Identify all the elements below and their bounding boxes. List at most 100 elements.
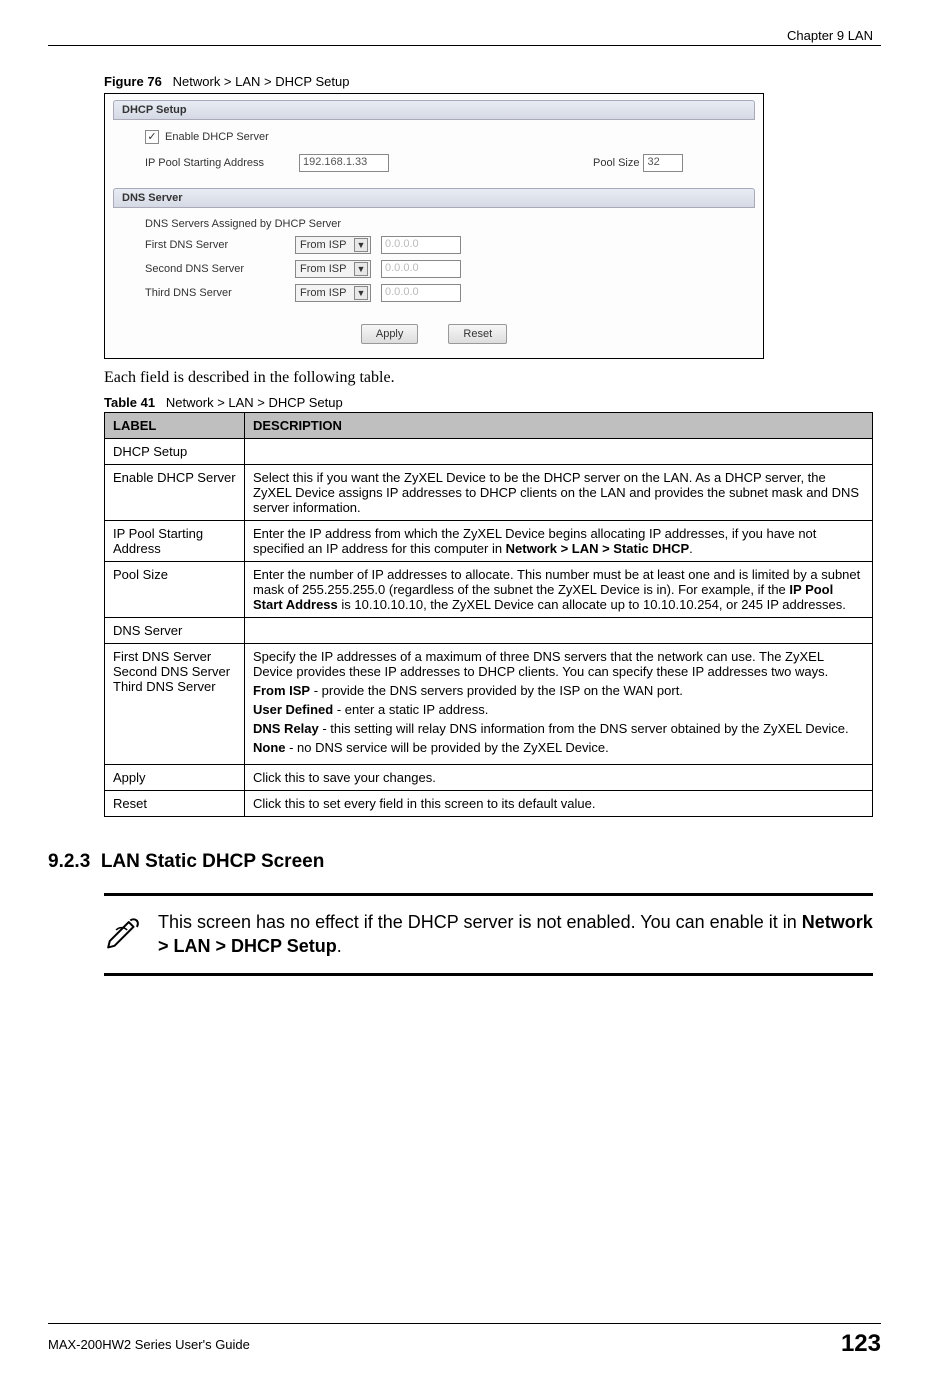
table-row: IP Pool Starting Address Enter the IP ad… — [105, 521, 873, 562]
chevron-down-icon: ▼ — [354, 262, 368, 276]
footer-guide-name: MAX-200HW2 Series User's Guide — [48, 1337, 250, 1352]
dns1-select[interactable]: From ISP ▼ — [295, 236, 371, 254]
table-row: DNS Server — [105, 618, 873, 644]
header-rule — [48, 45, 881, 46]
table-caption: Table 41 Network > LAN > DHCP Setup — [104, 395, 873, 410]
dns-row-3: Third DNS Server From ISP ▼ 0.0.0.0 — [145, 284, 743, 302]
figure-title: Network > LAN > DHCP Setup — [173, 74, 350, 89]
desc-text: Enter the number of IP addresses to allo… — [253, 567, 860, 597]
dns3-label: Third DNS Server — [145, 287, 285, 299]
desc-para: None - no DNS service will be provided b… — [253, 740, 864, 755]
opt-text: - enter a static IP address. — [333, 702, 488, 717]
note-icon — [104, 910, 144, 950]
cell-desc: Enter the number of IP addresses to allo… — [245, 562, 873, 618]
table-row: First DNS Server Second DNS Server Third… — [105, 644, 873, 765]
dns-label-3: Third DNS Server — [113, 679, 236, 694]
desc-text: . — [689, 541, 693, 556]
note-rule-bottom — [104, 973, 873, 976]
opt-text: - this setting will relay DNS informatio… — [319, 721, 849, 736]
enable-dhcp-label: Enable DHCP Server — [165, 131, 269, 143]
chevron-down-icon: ▼ — [354, 286, 368, 300]
dhcp-setup-panel-header: DHCP Setup — [113, 100, 755, 120]
opt-text: - provide the DNS servers provided by th… — [310, 683, 683, 698]
th-desc: DESCRIPTION — [245, 413, 873, 439]
table-row: Reset Click this to set every field in t… — [105, 791, 873, 817]
cell-label: DHCP Setup — [105, 439, 245, 465]
cell-desc: Select this if you want the ZyXEL Device… — [245, 465, 873, 521]
note-post: . — [337, 936, 342, 956]
desc-bold: Network > LAN > Static DHCP — [506, 541, 690, 556]
page-number: 123 — [841, 1330, 881, 1358]
cell-label: Pool Size — [105, 562, 245, 618]
cell-desc: Click this to set every field in this sc… — [245, 791, 873, 817]
section-number: 9.2.3 — [48, 851, 90, 872]
note-rule-top — [104, 893, 873, 896]
desc-para: User Defined - enter a static IP address… — [253, 702, 864, 717]
opt-bold: User Defined — [253, 702, 333, 717]
dns-label-1: First DNS Server — [113, 649, 236, 664]
cell-desc: Click this to save your changes. — [245, 765, 873, 791]
cell-desc — [245, 618, 873, 644]
desc-para: From ISP - provide the DNS servers provi… — [253, 683, 864, 698]
opt-text: - no DNS service will be provided by the… — [286, 740, 609, 755]
figure-number: Figure 76 — [104, 74, 162, 89]
screenshot-figure: DHCP Setup ✓ Enable DHCP Server IP Pool … — [104, 93, 764, 359]
dns1-select-value: From ISP — [300, 239, 346, 251]
section-title: LAN Static DHCP Screen — [101, 851, 325, 872]
opt-bold: DNS Relay — [253, 721, 319, 736]
dns1-label: First DNS Server — [145, 239, 285, 251]
opt-bold: None — [253, 740, 286, 755]
pool-size-label: Pool Size — [593, 157, 639, 169]
apply-button[interactable]: Apply — [361, 324, 419, 344]
desc-para: Specify the IP addresses of a maximum of… — [253, 649, 864, 679]
enable-dhcp-checkbox[interactable]: ✓ — [145, 130, 159, 144]
dns2-select[interactable]: From ISP ▼ — [295, 260, 371, 278]
table-title: Network > LAN > DHCP Setup — [166, 395, 343, 410]
dns1-input[interactable]: 0.0.0.0 — [381, 236, 461, 254]
table-row: Enable DHCP Server Select this if you wa… — [105, 465, 873, 521]
reset-button[interactable]: Reset — [448, 324, 507, 344]
dns-server-panel-header: DNS Server — [113, 188, 755, 208]
dns2-select-value: From ISP — [300, 263, 346, 275]
opt-bold: From ISP — [253, 683, 310, 698]
table-row: DHCP Setup — [105, 439, 873, 465]
cell-desc: Specify the IP addresses of a maximum of… — [245, 644, 873, 765]
desc-text: is 10.10.10.10, the ZyXEL Device can all… — [338, 597, 846, 612]
desc-para: DNS Relay - this setting will relay DNS … — [253, 721, 864, 736]
note-text: This screen has no effect if the DHCP se… — [158, 910, 873, 959]
description-table: LABEL DESCRIPTION DHCP Setup Enable DHCP… — [104, 412, 873, 817]
dns2-label: Second DNS Server — [145, 263, 285, 275]
running-header: Chapter 9 LAN — [48, 28, 881, 43]
table-number: Table 41 — [104, 395, 155, 410]
dns3-select-value: From ISP — [300, 287, 346, 299]
ip-pool-input[interactable]: 192.168.1.33 — [299, 154, 389, 172]
cell-label: IP Pool Starting Address — [105, 521, 245, 562]
cell-desc: Enter the IP address from which the ZyXE… — [245, 521, 873, 562]
th-label: LABEL — [105, 413, 245, 439]
page-footer: MAX-200HW2 Series User's Guide 123 — [48, 1323, 881, 1358]
table-row: Apply Click this to save your changes. — [105, 765, 873, 791]
chevron-down-icon: ▼ — [354, 238, 368, 252]
cell-desc — [245, 439, 873, 465]
figure-caption: Figure 76 Network > LAN > DHCP Setup — [104, 74, 873, 89]
table-row: Pool Size Enter the number of IP address… — [105, 562, 873, 618]
cell-label: DNS Server — [105, 618, 245, 644]
pool-size-input[interactable]: 32 — [643, 154, 683, 172]
cell-label: Reset — [105, 791, 245, 817]
cell-label: Apply — [105, 765, 245, 791]
dns-row-1: First DNS Server From ISP ▼ 0.0.0.0 — [145, 236, 743, 254]
body-text: Each field is described in the following… — [104, 369, 873, 387]
dns2-input[interactable]: 0.0.0.0 — [381, 260, 461, 278]
note-block: This screen has no effect if the DHCP se… — [104, 893, 873, 976]
dns3-select[interactable]: From ISP ▼ — [295, 284, 371, 302]
dns3-input[interactable]: 0.0.0.0 — [381, 284, 461, 302]
dns-subhead: DNS Servers Assigned by DHCP Server — [145, 218, 743, 230]
cell-label: Enable DHCP Server — [105, 465, 245, 521]
dns-row-2: Second DNS Server From ISP ▼ 0.0.0.0 — [145, 260, 743, 278]
cell-label: First DNS Server Second DNS Server Third… — [105, 644, 245, 765]
dns-label-2: Second DNS Server — [113, 664, 236, 679]
section-heading: 9.2.3 LAN Static DHCP Screen — [48, 851, 873, 873]
note-pre: This screen has no effect if the DHCP se… — [158, 912, 802, 932]
ip-pool-label: IP Pool Starting Address — [145, 157, 295, 169]
footer-rule — [48, 1323, 881, 1324]
